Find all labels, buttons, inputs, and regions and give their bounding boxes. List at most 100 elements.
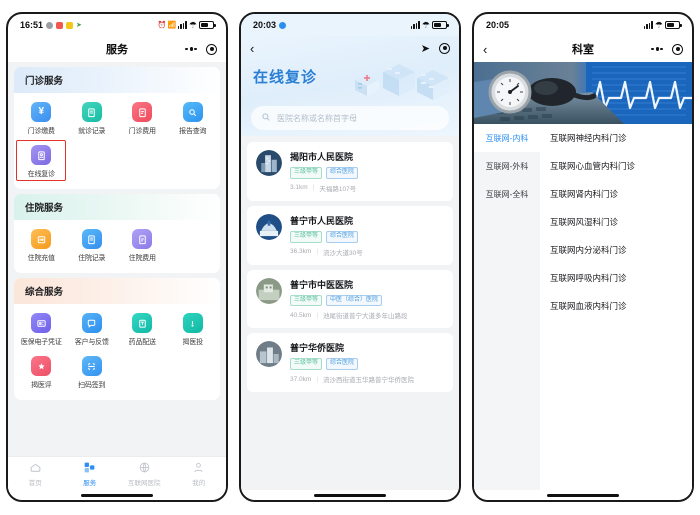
service-item-drug-delivery[interactable]: 药品配送 <box>117 313 168 347</box>
tab-services[interactable]: 服务 <box>63 461 118 487</box>
service-item-report-query[interactable]: 报告查询 <box>168 102 219 136</box>
status-time: 16:51 <box>20 20 44 30</box>
star-icon <box>31 356 52 376</box>
status-right: ⏰ 📶 ☂ <box>157 19 216 30</box>
section-title-inpatient: 住院服务 <box>14 194 220 220</box>
service-label: 在线复诊 <box>27 171 55 178</box>
hospital-name: 普宁华侨医院 <box>290 343 345 354</box>
service-item-customer-feedback[interactable]: 客户与反馈 <box>67 313 118 347</box>
wifi-icon: ☂ <box>188 19 197 30</box>
bottom-tabbar: 首页 服务 互联网医院 我的 <box>8 456 226 490</box>
tab-label: 服务 <box>83 479 97 487</box>
bill-icon <box>132 229 153 249</box>
hospital-tags: 三级甲等 综合医院 <box>290 167 444 179</box>
service-label: 扫码签到 <box>78 382 106 389</box>
list-item[interactable]: 普宁市人民医院 三级甲等 综合医院 36.3km | 流沙大道30号 <box>247 205 453 265</box>
list-item[interactable]: 互联网呼吸内科门诊 <box>540 264 692 292</box>
red-badge-icon <box>56 21 64 29</box>
navigation-arrow-icon[interactable]: ➤ <box>421 42 430 55</box>
list-item[interactable]: 互联网心血管内科门诊 <box>540 152 692 180</box>
service-item-online-revisit[interactable]: 在线复诊 <box>16 140 67 181</box>
yellow-badge-icon <box>66 21 74 29</box>
home-indicator <box>8 490 226 500</box>
section-title-general: 综合服务 <box>14 278 220 304</box>
delivery-icon <box>132 313 153 333</box>
list-item[interactable]: 互联网肾内科门诊 <box>540 180 692 208</box>
hospital-info: 普宁华侨医院 三级甲等 综合医院 37.0km | 流沙西街道玉华路普宁华侨医院 <box>290 341 444 384</box>
status-left: 20:03 <box>253 20 287 30</box>
tab-internet-hospital[interactable]: 互联网医院 <box>117 461 172 487</box>
avatar <box>256 277 282 304</box>
wallet-icon <box>31 229 52 249</box>
list-item[interactable]: 互联网内分泌科门诊 <box>540 236 692 264</box>
grid-outpatient: ¥ 门诊缴费 就诊记录 门诊费用 报告查询 在线复诊 <box>14 93 220 189</box>
more-dots-icon[interactable] <box>185 47 197 51</box>
service-item-outpatient-fee[interactable]: 门诊费用 <box>117 102 168 136</box>
battery-icon <box>199 21 216 29</box>
service-item-inpatient-topup[interactable]: 住院充值 <box>16 229 67 263</box>
globe-icon <box>137 461 151 475</box>
feedback-icon <box>81 313 102 333</box>
service-item-jieyi-review[interactable]: 揭医评 <box>16 356 67 390</box>
service-item-jieyi-complaint[interactable]: 揭医投 <box>168 313 219 347</box>
mini-program-capsule[interactable] <box>185 43 217 55</box>
nav-bar: 服务 <box>8 36 226 62</box>
target-icon[interactable] <box>439 42 450 54</box>
status-bar: 20:03 ☂ <box>241 14 459 36</box>
chevron-left-icon[interactable]: ‹ <box>250 42 264 55</box>
service-item-insurance-credential[interactable]: 医保电子凭证 <box>16 313 67 347</box>
list-item[interactable]: 互联网血液内科门诊 <box>540 292 692 320</box>
service-label: 医保电子凭证 <box>20 339 62 346</box>
more-dots-icon[interactable] <box>651 47 663 51</box>
department-banner <box>474 62 692 124</box>
service-label: 门诊费用 <box>128 128 156 135</box>
category-sidebar[interactable]: 互联网-内科 互联网-外科 互联网-全科 <box>474 124 540 490</box>
target-icon[interactable] <box>672 43 683 55</box>
service-item-outpatient-payment[interactable]: ¥ 门诊缴费 <box>16 102 67 136</box>
hospital-name: 揭阳市人民医院 <box>290 152 354 162</box>
sidebar-item-label: 互联网-外科 <box>485 161 529 171</box>
check-badge-icon <box>279 21 287 29</box>
signal-bars-icon <box>643 21 653 29</box>
chevron-left-icon[interactable]: ‹ <box>483 43 497 56</box>
service-item-scan-checkin[interactable]: 扫码签到 <box>67 356 118 390</box>
service-label: 住院记录 <box>78 255 106 262</box>
scan-icon <box>81 356 102 376</box>
service-item-visit-records[interactable]: 就诊记录 <box>67 102 118 136</box>
mini-program-capsule[interactable]: ➤ <box>421 42 450 55</box>
tab-label: 互联网医院 <box>128 479 161 487</box>
list-item[interactable]: 揭阳市人民医院 三级甲等 综合医院 3.1km | 天福路107号 <box>247 142 453 201</box>
sidebar-item-general[interactable]: 互联网-全科 <box>474 180 540 208</box>
section-inpatient: 住院服务 住院充值 住院记录 住院费用 <box>14 194 220 273</box>
avatar <box>256 213 282 240</box>
grid-icon <box>83 461 97 475</box>
tab-mine[interactable]: 我的 <box>172 461 227 487</box>
report-icon <box>182 313 203 333</box>
clipboard-icon <box>81 229 102 249</box>
department-list[interactable]: 互联网神经内科门诊 互联网心血管内科门诊 互联网肾内科门诊 互联网风湿科门诊 互… <box>540 124 692 490</box>
search-placeholder: 医院名称或名称首字母 <box>277 113 357 123</box>
type-tag: 综合医院 <box>326 167 359 179</box>
sidebar-item-label: 互联网-全科 <box>485 189 529 199</box>
sidebar-item-surgery[interactable]: 互联网-外科 <box>474 152 540 180</box>
hospital-list[interactable]: 揭阳市人民医院 三级甲等 综合医院 3.1km | 天福路107号 普宁市人民医… <box>241 136 459 490</box>
battery-icon <box>432 21 449 29</box>
hospital-tags: 三级甲等 中医（综合）医院 <box>290 294 444 307</box>
target-icon[interactable] <box>206 43 217 55</box>
list-item[interactable]: 互联网风湿科门诊 <box>540 208 692 236</box>
mini-program-capsule[interactable] <box>651 43 683 55</box>
sidebar-item-internal[interactable]: 互联网-内科 <box>474 124 540 152</box>
list-item[interactable]: 普宁华侨医院 三级甲等 综合医院 37.0km | 流沙西街道玉华路普宁华侨医院 <box>247 333 453 393</box>
screenshot-stage: 16:51 ➤ ⏰ 📶 ☂ 服务 门诊服务 ¥ 门诊缴费 就诊记录 门诊费用 报… <box>0 0 700 515</box>
level-tag: 三级甲等 <box>290 167 323 179</box>
section-title-outpatient: 门诊服务 <box>14 67 220 93</box>
list-item[interactable]: 互联网神经内科门诊 <box>540 124 692 152</box>
service-item-inpatient-records[interactable]: 住院记录 <box>67 229 118 263</box>
list-item[interactable]: 普宁市中医医院 三级甲等 中医（综合）医院 40.5km | 池尾街道普宁大道多… <box>247 269 453 329</box>
address: 池尾街道普宁大道多年山路段 <box>323 313 408 321</box>
service-item-inpatient-fee[interactable]: 住院费用 <box>117 229 168 263</box>
status-bar: 20:05 ☂ <box>474 14 692 36</box>
tab-home[interactable]: 首页 <box>8 461 63 487</box>
tab-label: 首页 <box>28 479 42 487</box>
hospital-info: 普宁市中医医院 三级甲等 中医（综合）医院 40.5km | 池尾街道普宁大道多… <box>290 278 444 321</box>
